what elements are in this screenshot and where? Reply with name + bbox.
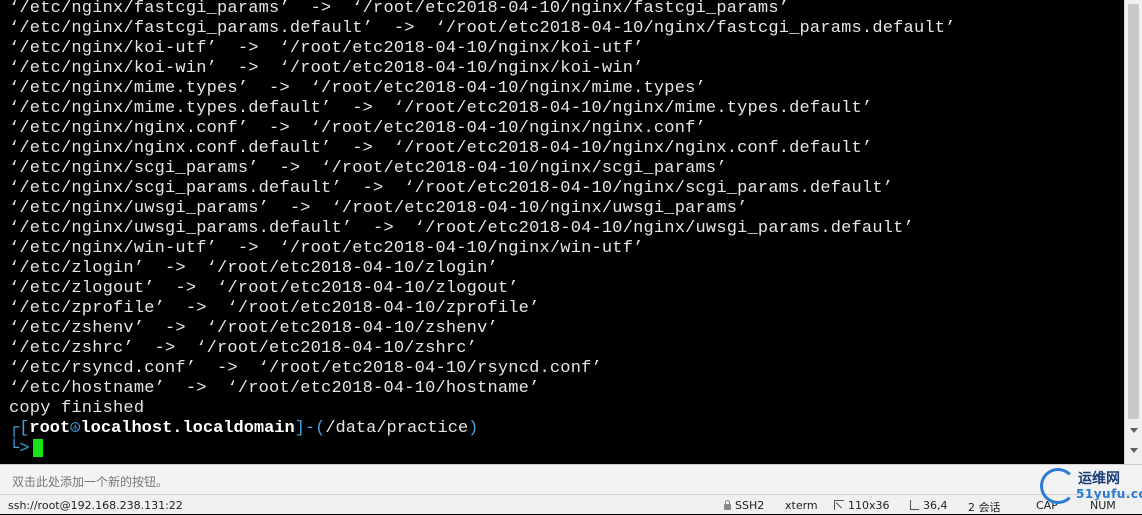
cursor-position: 36,4 bbox=[910, 499, 948, 512]
terminal-line: ‘/etc/nginx/scgi_params.default’ -> ‘/ro… bbox=[9, 179, 894, 198]
terminal-output[interactable]: ‘/etc/nginx/fastcgi_params’ -> ‘/root/et… bbox=[0, 0, 1124, 464]
connection-address: ssh://root@192.168.238.131:22 bbox=[8, 499, 183, 512]
terminal-cursor bbox=[33, 439, 44, 457]
terminal-line: ‘/etc/nginx/nginx.conf.default’ -> ‘/roo… bbox=[9, 139, 873, 158]
terminal-line: ‘/etc/nginx/nginx.conf’ -> ‘/root/etc201… bbox=[9, 119, 706, 138]
terminal-line: ‘/etc/nginx/fastcgi_params’ -> ‘/root/et… bbox=[9, 0, 790, 18]
terminal-line: ‘/etc/nginx/uwsgi_params’ -> ‘/root/etc2… bbox=[9, 199, 748, 218]
prompt-host: localhost.localdomain bbox=[80, 419, 295, 438]
resize-icon bbox=[834, 500, 844, 510]
terminal-type: xterm bbox=[785, 499, 818, 512]
scroll-down-arrows[interactable] bbox=[1125, 420, 1142, 460]
scroll-down-arrow-icon[interactable] bbox=[1130, 427, 1138, 433]
prompt-bracket-open: ┌[ bbox=[9, 419, 30, 438]
quick-button-bar[interactable]: 双击此处添加一个新的按钮。 bbox=[0, 464, 1142, 495]
prompt-user: root bbox=[29, 419, 71, 438]
prompt-arrow: └> bbox=[9, 439, 30, 459]
shell-prompt: ┌[root☮localhost.localdomain]-(/data/pra… bbox=[9, 419, 956, 439]
terminal-line: copy finished bbox=[9, 399, 145, 418]
terminal-lines: ‘/etc/nginx/fastcgi_params’ -> ‘/root/et… bbox=[9, 0, 956, 459]
vertical-scrollbar[interactable] bbox=[1124, 0, 1142, 464]
terminal-line: ‘/etc/nginx/scgi_params’ -> ‘/root/etc20… bbox=[9, 159, 727, 178]
button-bar-hint: 双击此处添加一个新的按钮。 bbox=[12, 475, 169, 489]
terminal-size: 110x36 bbox=[834, 499, 890, 512]
lock-icon bbox=[724, 500, 731, 510]
prompt-peace-icon: ☮ bbox=[70, 419, 81, 438]
prompt-bracket-close: ) bbox=[468, 419, 479, 438]
terminal-line: ‘/etc/zshenv’ -> ‘/root/etc2018-04-10/zs… bbox=[9, 319, 498, 338]
terminal-line: ‘/etc/nginx/mime.types.default’ -> ‘/roo… bbox=[9, 99, 873, 118]
status-bar: ssh://root@192.168.238.131:22 SSH2 xterm… bbox=[0, 494, 1142, 514]
protocol-indicator: SSH2 bbox=[724, 499, 764, 512]
terminal-line: ‘/etc/nginx/mime.types’ -> ‘/root/etc201… bbox=[9, 79, 706, 98]
terminal-line: ‘/etc/nginx/koi-win’ -> ‘/root/etc2018-0… bbox=[9, 59, 644, 78]
terminal-line: ‘/etc/zshrc’ -> ‘/root/etc2018-04-10/zsh… bbox=[9, 339, 478, 358]
terminal-line: ‘/etc/rsyncd.conf’ -> ‘/root/etc2018-04-… bbox=[9, 359, 602, 378]
terminal-line: ‘/etc/nginx/uwsgi_params.default’ -> ‘/r… bbox=[9, 219, 914, 238]
caps-lock-indicator: CAP bbox=[1036, 499, 1058, 512]
scrollbar-thumb[interactable] bbox=[1128, 4, 1139, 419]
terminal-line: ‘/etc/nginx/win-utf’ -> ‘/root/etc2018-0… bbox=[9, 239, 644, 258]
terminal-line: ‘/etc/zlogin’ -> ‘/root/etc2018-04-10/zl… bbox=[9, 259, 498, 278]
cursor-position-icon bbox=[910, 500, 919, 510]
prompt-path: /data/practice bbox=[325, 419, 469, 438]
num-lock-indicator: NUM bbox=[1090, 499, 1116, 512]
terminal-line: ‘/etc/zlogout’ -> ‘/root/etc2018-04-10/z… bbox=[9, 279, 519, 298]
terminal-line: ‘/etc/nginx/koi-utf’ -> ‘/root/etc2018-0… bbox=[9, 39, 644, 58]
scroll-down-arrow-icon[interactable] bbox=[1130, 447, 1138, 453]
prompt-separator: ]-( bbox=[294, 419, 326, 438]
terminal-line: ‘/etc/nginx/fastcgi_params.default’ -> ‘… bbox=[9, 19, 956, 38]
terminal-line: ‘/etc/zprofile’ -> ‘/root/etc2018-04-10/… bbox=[9, 299, 540, 318]
command-input-line[interactable]: └> bbox=[9, 439, 956, 459]
terminal-line: ‘/etc/hostname’ -> ‘/root/etc2018-04-10/… bbox=[9, 379, 540, 398]
